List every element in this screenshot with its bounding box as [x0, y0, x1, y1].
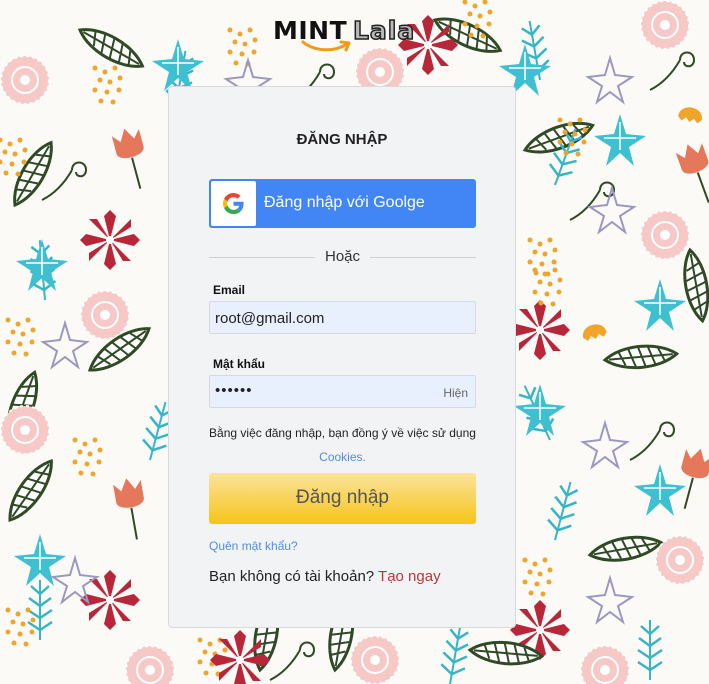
login-button-label: Đăng nhập — [296, 487, 389, 508]
email-label: Email — [213, 283, 246, 297]
google-g-icon — [223, 193, 244, 214]
email-field[interactable]: root@gmail.com — [209, 301, 476, 334]
signup-prompt: Bạn không có tài khoản? Tạo ngay — [209, 568, 441, 585]
google-icon-container — [211, 181, 256, 226]
login-button[interactable]: Đăng nhập — [209, 473, 476, 524]
forgot-password-link[interactable]: Quên mật khẩu? — [209, 539, 298, 553]
google-login-button[interactable]: Đăng nhập với Goolge — [209, 179, 476, 228]
terms-notice: Bằng việc đăng nhập, bạn đồng ý về việc … — [209, 421, 476, 469]
login-title: ĐĂNG NHẬP — [296, 131, 388, 148]
cookies-link[interactable]: Cookies. — [319, 450, 366, 464]
email-field-value: root@gmail.com — [215, 310, 325, 327]
logo-lala-text: Lala — [352, 15, 416, 46]
signup-link[interactable]: Tạo ngay — [378, 568, 441, 585]
brand-logo: MINT Lala — [273, 15, 423, 60]
password-field[interactable]: •••••• Hiện — [209, 375, 476, 408]
password-field-value: •••••• — [215, 382, 253, 399]
or-divider: Hoặc — [209, 247, 476, 267]
no-account-text: Bạn không có tài khoản? — [209, 568, 375, 585]
password-label: Mật khẩu — [213, 357, 266, 371]
divider-line-right — [370, 257, 476, 258]
terms-text: Bằng việc đăng nhập, bạn đồng ý về việc … — [209, 426, 476, 440]
show-password-toggle[interactable]: Hiện — [443, 386, 468, 400]
login-card: ĐĂNG NHẬP Đăng nhập với Goolge Hoặc Emai… — [168, 86, 516, 628]
smile-arrow-icon — [301, 40, 351, 52]
google-login-label: Đăng nhập với Goolge — [264, 194, 425, 211]
